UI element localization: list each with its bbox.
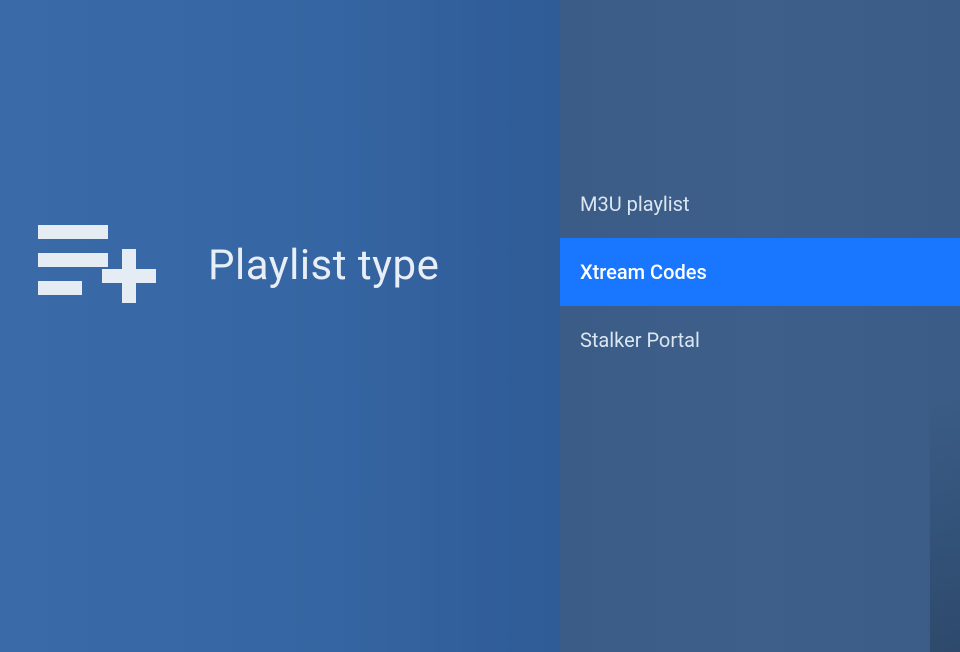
option-stalker-portal[interactable]: Stalker Portal <box>560 306 960 374</box>
left-panel: Playlist type <box>0 0 560 652</box>
playlist-add-icon <box>38 225 158 305</box>
option-label: Xtream Codes <box>580 260 707 284</box>
option-m3u-playlist[interactable]: M3U playlist <box>560 170 960 238</box>
page-title: Playlist type <box>208 241 439 290</box>
options-panel: M3U playlist Xtream Codes Stalker Portal <box>560 0 960 652</box>
left-content: Playlist type <box>38 225 439 305</box>
option-label: M3U playlist <box>580 192 690 216</box>
shade-overlay <box>930 392 960 652</box>
option-label: Stalker Portal <box>580 328 700 352</box>
option-xtream-codes[interactable]: Xtream Codes <box>560 238 960 306</box>
playlist-type-screen: Playlist type M3U playlist Xtream Codes … <box>0 0 960 652</box>
